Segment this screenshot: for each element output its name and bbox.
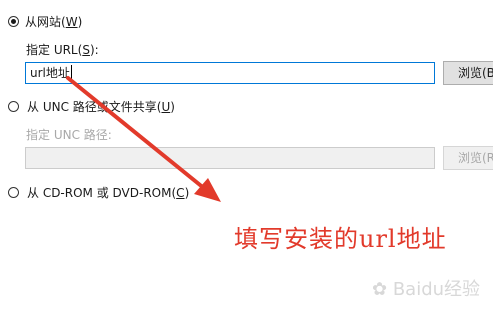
radio-label-website: 从网站(W): [25, 15, 83, 29]
radio-from-website[interactable]: 从网站(W): [8, 13, 128, 31]
url-input[interactable]: url地址: [25, 62, 435, 84]
annotation-text: 填写安装的url地址: [234, 225, 447, 253]
radio-from-unc[interactable]: 从 UNC 路径或文件共享(U): [8, 98, 208, 116]
browse-button-website[interactable]: 浏览(B): [443, 61, 493, 85]
unc-path-input[interactable]: [25, 147, 435, 169]
url-field-label: 指定 URL(S):: [26, 43, 99, 57]
radio-label-cdrom: 从 CD-ROM 或 DVD-ROM(C): [27, 186, 190, 200]
radio-button-website[interactable]: [8, 16, 19, 27]
radio-selected-dot: [11, 19, 16, 24]
text-caret: [70, 65, 72, 79]
radio-button-cdrom[interactable]: [8, 187, 19, 198]
baidu-watermark: ✿ Baidu经验: [372, 275, 480, 301]
radio-from-cdrom[interactable]: 从 CD-ROM 或 DVD-ROM(C): [8, 184, 208, 202]
radio-button-unc[interactable]: [8, 101, 19, 112]
watermark-text: Baidu经验: [392, 279, 481, 300]
url-input-value: url地址: [30, 66, 70, 80]
radio-label-unc: 从 UNC 路径或文件共享(U): [27, 100, 175, 114]
unc-path-label: 指定 UNC 路径:: [26, 128, 112, 142]
browse-button-unc[interactable]: 浏览(R): [443, 146, 493, 170]
paw-icon: ✿: [372, 279, 388, 300]
